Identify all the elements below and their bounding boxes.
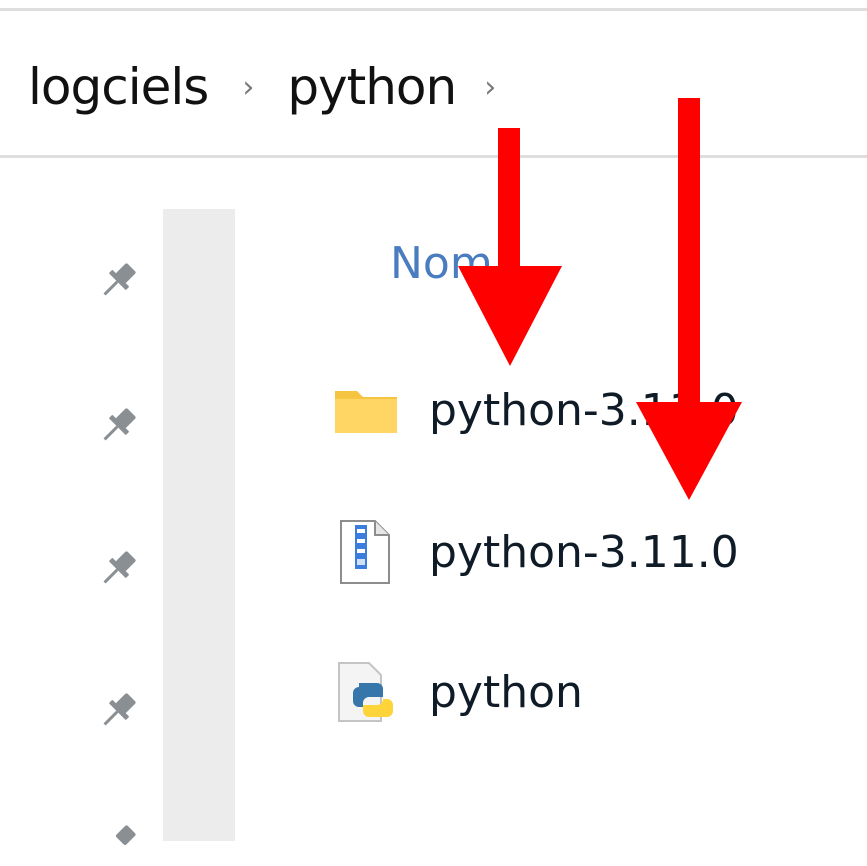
breadcrumb-separator-icon[interactable]: › — [484, 70, 496, 105]
folder-icon — [333, 375, 403, 445]
file-row-folder[interactable]: python-3.11.0 — [333, 375, 739, 445]
column-header-name[interactable]: Nom — [390, 238, 493, 289]
pin-icon[interactable] — [95, 403, 141, 449]
navigation-pane-scrollbar[interactable] — [163, 209, 235, 841]
file-row-python[interactable]: python — [333, 657, 583, 727]
zip-archive-icon — [333, 517, 403, 587]
file-name: python-3.11.0 — [429, 526, 739, 578]
pin-icon[interactable] — [95, 688, 141, 734]
file-row-zip[interactable]: python-3.11.0 — [333, 517, 739, 587]
python-file-icon — [333, 657, 403, 727]
file-name: python — [429, 666, 583, 718]
pin-icon[interactable] — [95, 258, 141, 304]
file-name: python-3.11.0 — [429, 384, 739, 436]
breadcrumb-separator-icon[interactable]: › — [242, 70, 254, 105]
breadcrumb-item-python[interactable]: python — [287, 58, 457, 116]
pin-icon[interactable] — [95, 546, 141, 592]
quick-access-pins — [85, 0, 155, 845]
pin-icon[interactable] — [95, 820, 141, 866]
